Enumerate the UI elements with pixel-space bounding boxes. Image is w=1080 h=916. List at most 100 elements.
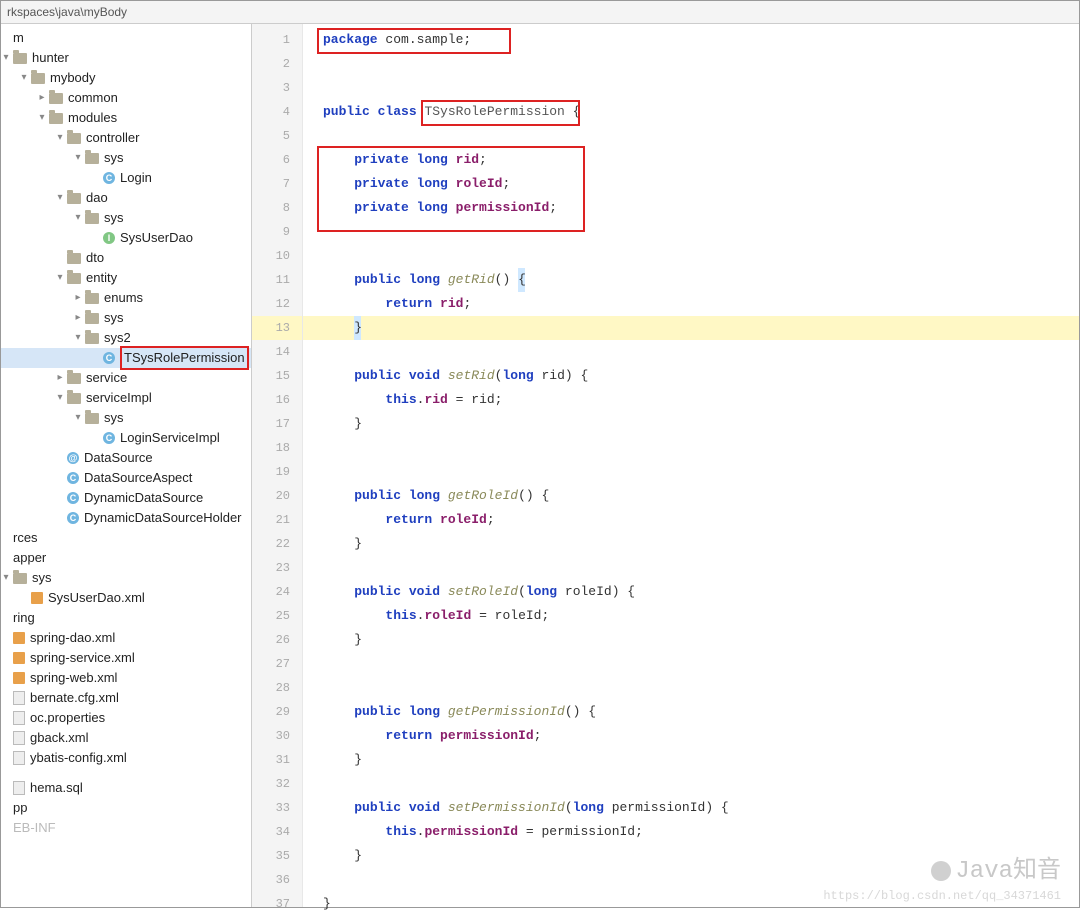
code-line[interactable]: public void setRoleId(long roleId) { [303,580,1079,604]
tree-item-file[interactable]: ▸bernate.cfg.xml [1,688,251,708]
tree-item[interactable]: ▸apper [1,548,251,568]
tree-item[interactable]: ▸enums [1,288,251,308]
tree-item[interactable]: ▾sys [1,568,251,588]
path-bar: rkspaces\java\myBody [1,1,1079,24]
folder-icon [85,333,99,344]
tree-item[interactable]: ▾controller [1,128,251,148]
code-line[interactable] [303,220,1079,244]
ide-window: rkspaces\java\myBody ▾m ▾hunter ▾mybody … [0,0,1080,908]
tree-item[interactable]: ▾sys [1,208,251,228]
code-line[interactable] [303,676,1079,700]
code-line[interactable] [303,556,1079,580]
tree-item-class[interactable]: ▸@DataSource [1,448,251,468]
code-line[interactable]: public class TSysRolePermission { [303,100,1079,124]
tree-item[interactable]: ▸rces [1,528,251,548]
folder-icon [67,253,81,264]
code-line[interactable]: } [303,628,1079,652]
ide-body: ▾m ▾hunter ▾mybody ▸common ▾modules ▾con… [1,24,1079,907]
tree-item[interactable]: ▾dao [1,188,251,208]
code-line[interactable] [303,244,1079,268]
tree-item[interactable]: ▾modules [1,108,251,128]
file-icon [13,751,25,765]
file-icon [13,781,25,795]
tree-item[interactable]: ▸common [1,88,251,108]
class-icon: C [67,472,79,484]
code-editor[interactable]: 1234567891011121314151617181920212223242… [252,24,1079,907]
tree-item-class[interactable]: ▸ISysUserDao [1,228,251,248]
tree-item-class[interactable]: ▸CDataSourceAspect [1,468,251,488]
code-line[interactable]: public long getPermissionId() { [303,700,1079,724]
code-line[interactable] [303,52,1079,76]
tree-item-file[interactable]: ▸gback.xml [1,728,251,748]
code-area[interactable]: package com.sample; public class TSysRol… [303,24,1079,907]
code-line[interactable]: public void setRid(long rid) { [303,364,1079,388]
code-line[interactable]: public long getRid() { [303,268,1079,292]
code-line[interactable]: } [303,532,1079,556]
code-line[interactable]: private long permissionId; [303,196,1079,220]
class-icon: @ [67,452,79,464]
code-line[interactable]: private long roleId; [303,172,1079,196]
xml-icon [13,632,25,644]
folder-icon [85,313,99,324]
tree-item-file[interactable]: ▸spring-dao.xml [1,628,251,648]
tree-item[interactable]: ▾entity [1,268,251,288]
tree-item[interactable]: ▾sys [1,408,251,428]
folder-icon [67,393,81,404]
class-icon: C [67,492,79,504]
tree-item-file[interactable]: ▸oc.properties [1,708,251,728]
tree-item-class[interactable]: ▸CDynamicDataSourceHolder [1,508,251,528]
code-line-current[interactable]: } [303,316,1079,340]
code-line[interactable] [303,436,1079,460]
tree-item[interactable]: ▸EB-INF [1,818,251,838]
tree-item-file[interactable]: ▸spring-web.xml [1,668,251,688]
file-icon [13,731,25,745]
code-line[interactable] [303,772,1079,796]
tree-item[interactable]: ▸dto [1,248,251,268]
code-line[interactable] [303,76,1079,100]
tree-item[interactable]: ▸service [1,368,251,388]
folder-icon [67,373,81,384]
folder-icon [85,293,99,304]
code-line[interactable]: private long rid; [303,148,1079,172]
folder-icon [13,573,27,584]
tree-item-selected[interactable]: ▸CTSysRolePermission [1,348,251,368]
tree-item-file[interactable]: ▸hema.sql [1,778,251,798]
tree-item[interactable]: ▾serviceImpl [1,388,251,408]
code-line[interactable]: this.permissionId = permissionId; [303,820,1079,844]
code-line[interactable]: return permissionId; [303,724,1079,748]
code-line[interactable]: } [303,748,1079,772]
code-line[interactable]: } [303,412,1079,436]
code-line[interactable]: this.roleId = roleId; [303,604,1079,628]
tree-item[interactable]: ▾m [1,28,251,48]
tree-item-class[interactable]: ▸CLoginServiceImpl [1,428,251,448]
folder-icon [67,273,81,284]
tree-item[interactable]: ▾hunter [1,48,251,68]
code-line[interactable]: public long getRoleId() { [303,484,1079,508]
project-tree[interactable]: ▾m ▾hunter ▾mybody ▸common ▾modules ▾con… [1,24,252,907]
code-line[interactable]: this.rid = rid; [303,388,1079,412]
tree-item[interactable]: ▾sys2 [1,328,251,348]
tree-item-file[interactable]: ▸spring-service.xml [1,648,251,668]
tree-item[interactable]: ▸ring [1,608,251,628]
code-line[interactable] [303,868,1079,892]
tree-item[interactable]: ▾mybody [1,68,251,88]
tree-item[interactable]: ▾sys [1,148,251,168]
tree-item-file[interactable]: ▸SysUserDao.xml [1,588,251,608]
code-line[interactable] [303,652,1079,676]
code-line[interactable]: package com.sample; [303,28,1079,52]
code-line[interactable]: } [303,892,1079,916]
code-line[interactable] [303,124,1079,148]
code-line[interactable]: return roleId; [303,508,1079,532]
code-line[interactable]: } [303,844,1079,868]
code-line[interactable]: return rid; [303,292,1079,316]
class-icon: C [103,352,115,364]
code-line[interactable] [303,340,1079,364]
xml-icon [13,652,25,664]
tree-item-file[interactable]: ▸ybatis-config.xml [1,748,251,768]
tree-item[interactable]: ▸pp [1,798,251,818]
code-line[interactable]: public void setPermissionId(long permiss… [303,796,1079,820]
code-line[interactable] [303,460,1079,484]
tree-item-class[interactable]: ▸CLogin [1,168,251,188]
tree-item-class[interactable]: ▸CDynamicDataSource [1,488,251,508]
tree-item[interactable]: ▸sys [1,308,251,328]
